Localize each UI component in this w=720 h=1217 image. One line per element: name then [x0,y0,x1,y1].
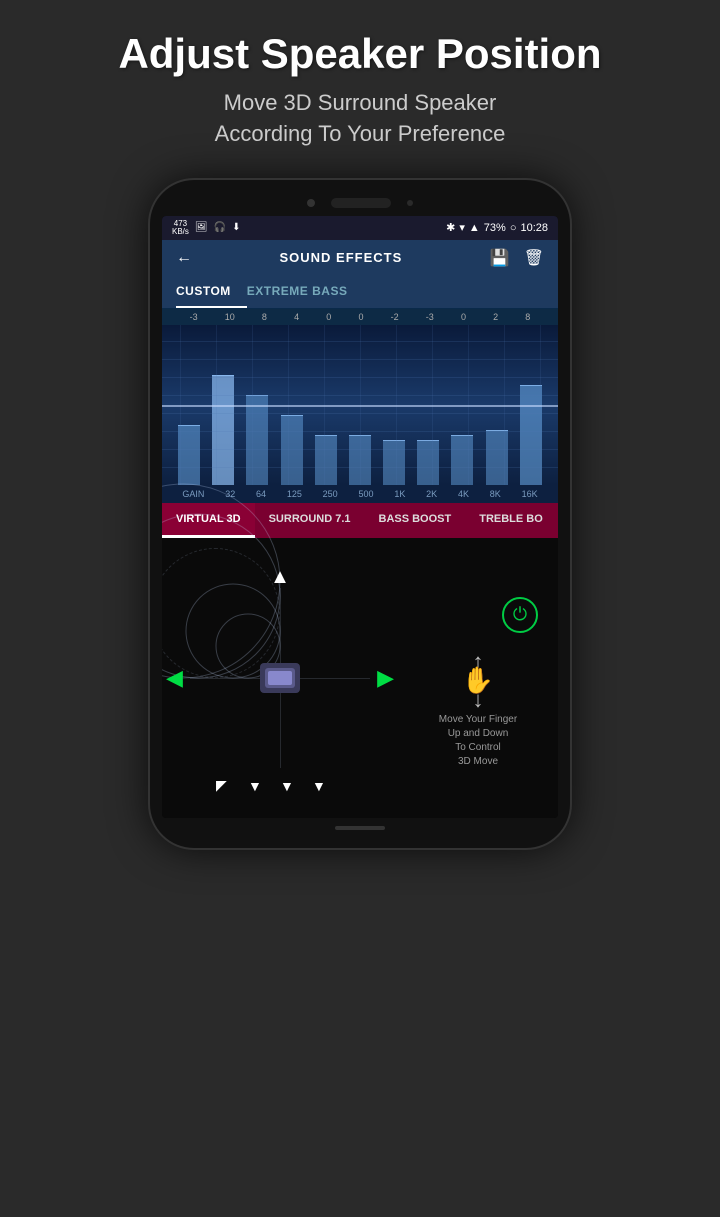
eq-center-line [162,405,558,407]
speaker-left: ◀ [166,665,183,691]
status-right: ✱ ▾ ▲ 73% ○ 10:28 [446,221,548,234]
back-button[interactable]: ← [176,249,192,267]
tab-bass-boost[interactable]: BASS BOOST [365,503,466,538]
virtual3d-section: ▲ ◀ ▶ ◤ ▼ ▼ ▼ ⏻ ↑ ✋ ↓ [162,538,558,818]
bluetooth-icon: ✱ [446,221,455,234]
status-bar: 473 KB/s 🖼 🎧 ⬇ ✱ ▾ ▲ 73% ○ 10:28 [162,216,558,240]
tab-treble-boost[interactable]: TREBLE BO [465,503,557,538]
nav-action-icons: 💾 🗑 [490,248,544,268]
power-button[interactable]: ⏻ [502,597,538,633]
virtual3d-controls: ⏻ ↑ ✋ ↓ Move Your Finger Up and Down To … [398,538,558,818]
speaker-diagram-container[interactable]: ▲ ◀ ▶ ◤ ▼ ▼ ▼ [162,538,398,818]
speaker-diagram[interactable]: ▲ ◀ ▶ ◤ ▼ ▼ ▼ [180,578,380,778]
nav-title: SOUND EFFECTS [279,250,402,265]
signal-icon: ▲ [469,222,480,234]
speaker-bot-1: ◤ [216,777,227,794]
home-indicator [335,826,385,830]
gesture-area: ↑ ✋ ↓ Move Your Finger Up and Down To Co… [439,653,517,769]
sensor-dot [407,200,413,206]
speaker-bot-3: ▼ [280,778,294,794]
speaker-bot-2: ▼ [248,778,262,794]
tab-custom[interactable]: CUSTOM [176,276,247,308]
save-button[interactable]: 💾 [490,248,510,268]
image-icon: 🖼 [195,222,208,233]
page-subtitle: Move 3D Surround Speaker According To Yo… [215,88,506,150]
wifi-icon: ▾ [459,221,465,234]
phone-shell: 473 KB/s 🖼 🎧 ⬇ ✱ ▾ ▲ 73% ○ 10:28 ← SOUND… [150,180,570,848]
camera-dot [307,199,315,207]
eq-visualizer[interactable] [162,325,558,485]
battery-icon: ○ [510,222,517,234]
clock: 10:28 [520,222,548,234]
status-left: 473 KB/s 🖼 🎧 ⬇ [172,220,240,236]
tab-extreme-bass[interactable]: EXTREME BASS [247,276,364,308]
speaker-top: ▲ [270,566,290,589]
phone-top-bar [162,198,558,208]
speaker-right: ▶ [377,665,394,691]
download-icon: ⬇ [232,222,240,233]
speed-indicator: 473 KB/s [172,220,189,236]
battery-level: 73% [484,222,506,234]
delete-button[interactable]: 🗑 [524,248,544,268]
tab-surround71[interactable]: SURROUND 7.1 [255,503,365,538]
updown-arrow-icon: ↑ ✋ ↓ [462,653,494,709]
page-title: Adjust Speaker Position [118,30,601,78]
nav-bar: ← SOUND EFFECTS 💾 🗑 [162,240,558,276]
headphone-icon: 🎧 [214,222,226,233]
phone-bottom-bar [162,826,558,830]
gesture-instruction: Move Your Finger Up and Down To Control … [439,713,517,769]
phone-screen: 473 KB/s 🖼 🎧 ⬇ ✱ ▾ ▲ 73% ○ 10:28 ← SOUND… [162,216,558,818]
tabs-bar: CUSTOM EXTREME BASS [162,276,558,309]
center-device-icon [260,663,300,693]
speaker-bot-4: ▼ [312,778,326,794]
eq-numbers: -3 10 8 4 0 0 -2 -3 0 2 8 [162,309,558,325]
speaker-grille [331,198,391,208]
